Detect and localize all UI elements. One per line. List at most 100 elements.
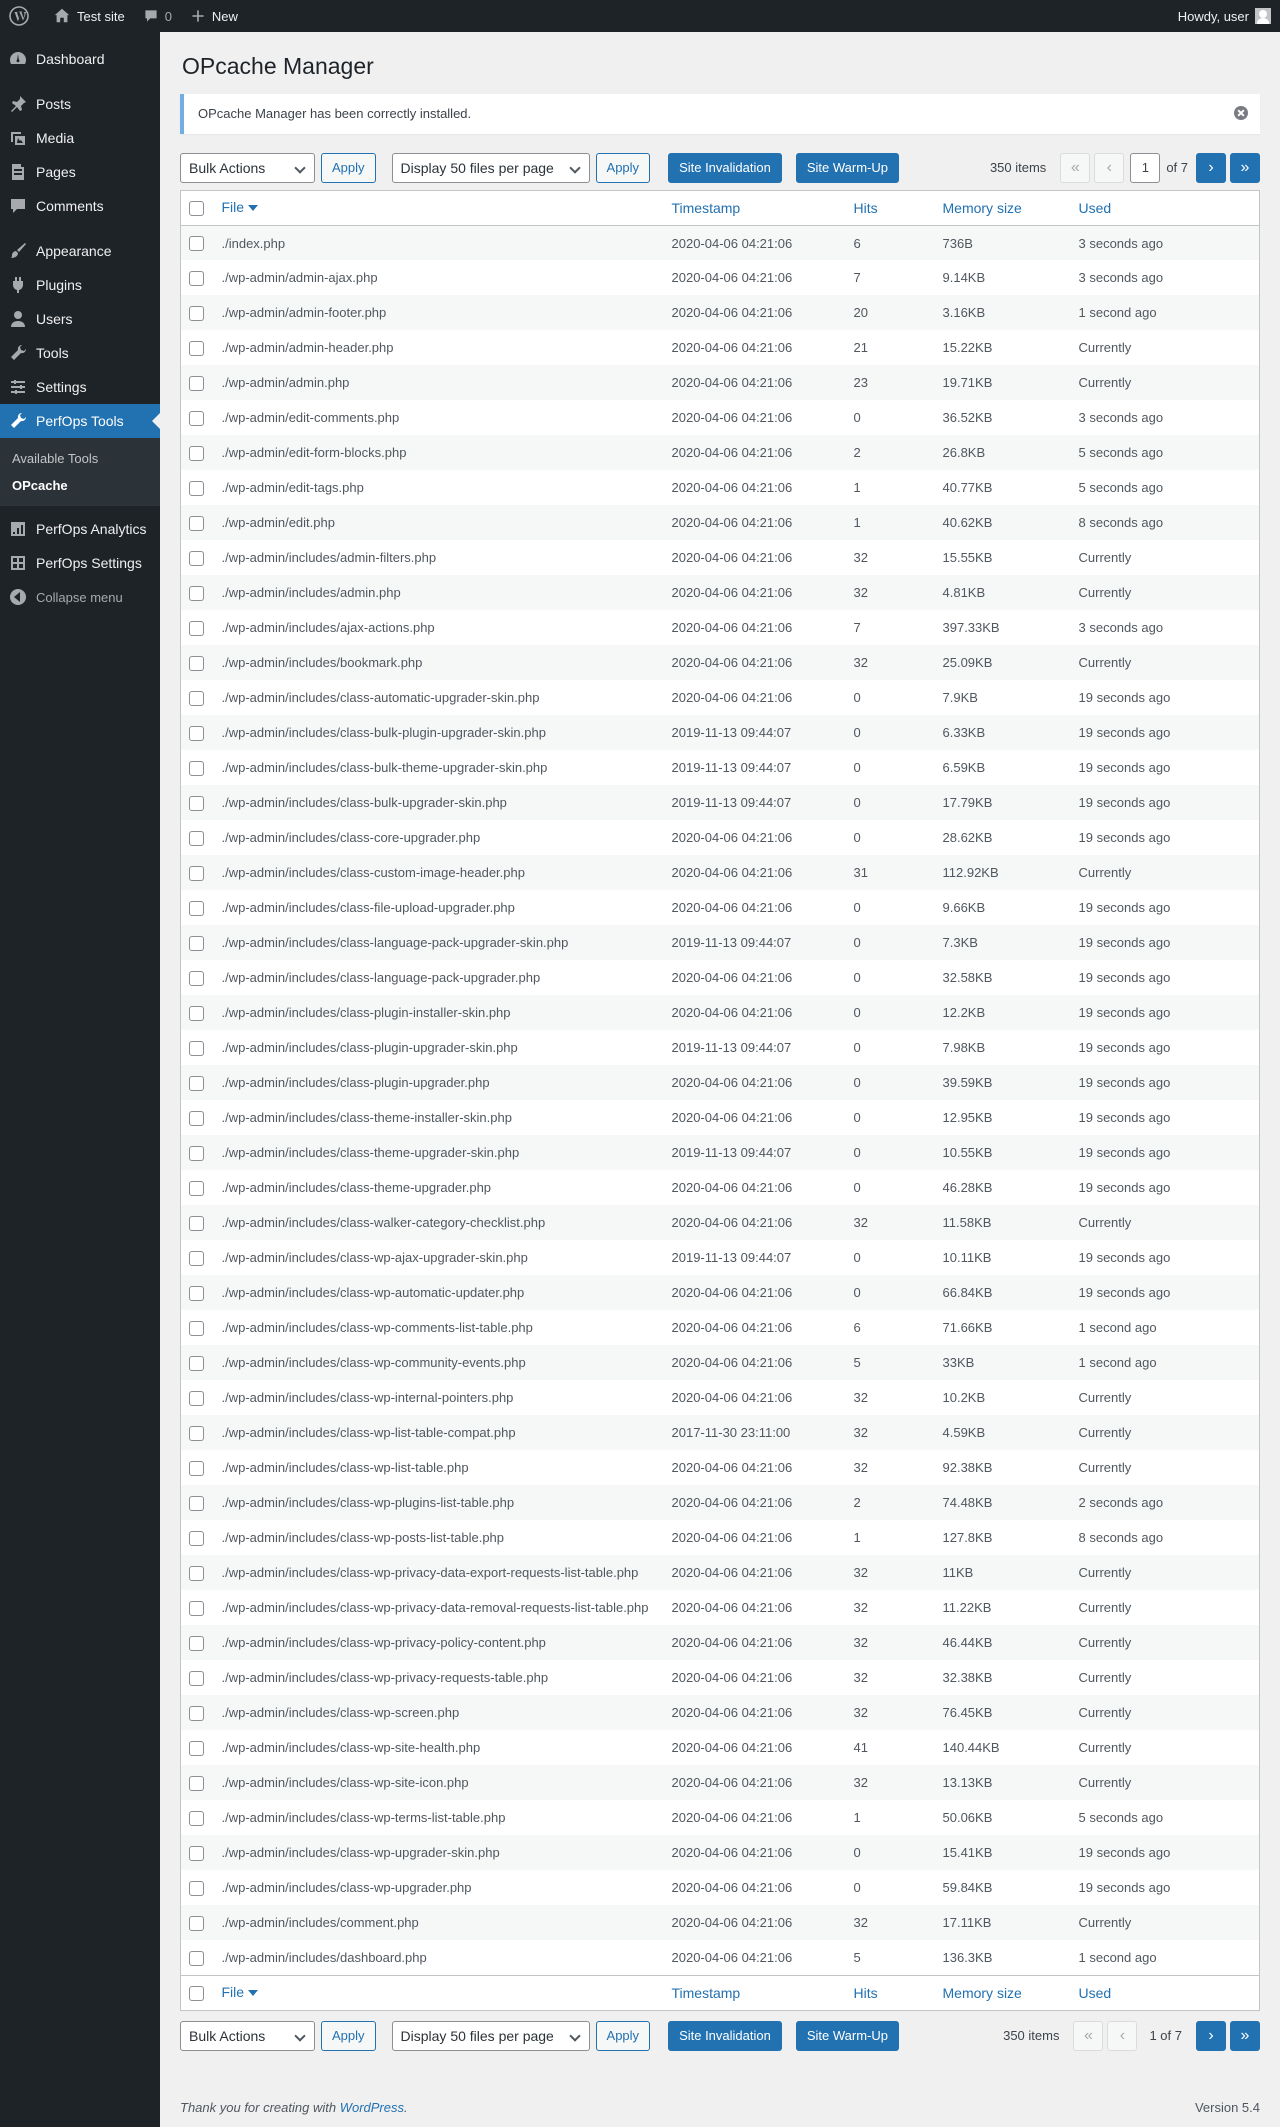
- my-account-menu[interactable]: Howdy, user: [1169, 0, 1280, 32]
- column-timestamp[interactable]: Timestamp: [663, 1974, 846, 2011]
- row-checkbox[interactable]: [189, 1950, 204, 1966]
- row-checkbox[interactable]: [189, 515, 204, 531]
- row-checkbox[interactable]: [189, 795, 204, 811]
- row-checkbox[interactable]: [189, 1915, 204, 1931]
- row-checkbox[interactable]: [189, 1180, 204, 1196]
- column-used[interactable]: Used: [1070, 1974, 1260, 2011]
- row-checkbox[interactable]: [189, 1425, 204, 1441]
- last-page-button[interactable]: »: [1230, 152, 1260, 183]
- row-checkbox[interactable]: [189, 480, 204, 496]
- column-file[interactable]: File: [213, 1974, 664, 2011]
- next-page-button[interactable]: ›: [1196, 2020, 1226, 2051]
- column-memory-size[interactable]: Memory size: [934, 1974, 1071, 2011]
- sidebar-item-plugins[interactable]: Plugins: [0, 268, 160, 302]
- row-checkbox[interactable]: [189, 655, 204, 671]
- row-checkbox[interactable]: [189, 1250, 204, 1266]
- apply-per-page-button[interactable]: Apply: [595, 2020, 651, 2051]
- row-checkbox[interactable]: [189, 1740, 204, 1756]
- row-checkbox[interactable]: [189, 1845, 204, 1861]
- row-checkbox[interactable]: [189, 1005, 204, 1021]
- collapse-menu-button[interactable]: Collapse menu: [0, 580, 160, 614]
- select-all-checkbox[interactable]: [189, 201, 204, 217]
- apply-per-page-button[interactable]: Apply: [595, 152, 651, 183]
- comments-menu[interactable]: 0: [134, 0, 181, 32]
- sidebar-item-dashboard[interactable]: Dashboard: [0, 42, 160, 76]
- submenu-item-available-tools[interactable]: Available Tools: [0, 445, 160, 472]
- row-checkbox[interactable]: [189, 1215, 204, 1231]
- wp-logo-menu[interactable]: [0, 0, 44, 32]
- site-warmup-button[interactable]: Site Warm-Up: [795, 2020, 899, 2051]
- row-checkbox[interactable]: [189, 1320, 204, 1336]
- row-checkbox[interactable]: [189, 340, 204, 356]
- apply-bulk-button[interactable]: Apply: [321, 152, 376, 183]
- column-timestamp[interactable]: Timestamp: [663, 190, 846, 226]
- row-checkbox[interactable]: [189, 410, 204, 426]
- row-checkbox[interactable]: [189, 375, 204, 391]
- row-checkbox[interactable]: [189, 1635, 204, 1651]
- row-checkbox[interactable]: [189, 305, 204, 321]
- next-page-button[interactable]: ›: [1196, 152, 1226, 183]
- row-checkbox[interactable]: [189, 970, 204, 986]
- per-page-select[interactable]: Display 50 files per page: [391, 152, 590, 183]
- sidebar-item-media[interactable]: Media: [0, 121, 160, 155]
- row-checkbox[interactable]: [189, 620, 204, 636]
- bulk-actions-select[interactable]: Bulk Actions: [180, 152, 315, 183]
- row-checkbox[interactable]: [189, 760, 204, 776]
- row-checkbox[interactable]: [189, 1880, 204, 1896]
- site-invalidation-button[interactable]: Site Invalidation: [668, 152, 782, 183]
- row-checkbox[interactable]: [189, 1285, 204, 1301]
- per-page-select[interactable]: Display 50 files per page: [391, 2020, 590, 2051]
- row-checkbox[interactable]: [189, 900, 204, 916]
- site-invalidation-button[interactable]: Site Invalidation: [668, 2020, 782, 2051]
- sidebar-item-tools[interactable]: Tools: [0, 336, 160, 370]
- row-checkbox[interactable]: [189, 270, 204, 286]
- row-checkbox[interactable]: [189, 1495, 204, 1511]
- row-checkbox[interactable]: [189, 1670, 204, 1686]
- row-checkbox[interactable]: [189, 550, 204, 566]
- select-all-checkbox[interactable]: [189, 1986, 204, 2002]
- row-checkbox[interactable]: [189, 1110, 204, 1126]
- row-checkbox[interactable]: [189, 1775, 204, 1791]
- column-memory-size[interactable]: Memory size: [934, 190, 1071, 226]
- row-checkbox[interactable]: [189, 445, 204, 461]
- row-checkbox[interactable]: [189, 1355, 204, 1371]
- new-content-menu[interactable]: New: [181, 0, 247, 32]
- row-checkbox[interactable]: [189, 865, 204, 881]
- site-name-menu[interactable]: Test site: [44, 0, 134, 32]
- sidebar-item-settings[interactable]: Settings: [0, 370, 160, 404]
- dismiss-icon[interactable]: [1234, 105, 1248, 120]
- row-checkbox[interactable]: [189, 830, 204, 846]
- row-checkbox[interactable]: [189, 1040, 204, 1056]
- sidebar-item-perfops-settings[interactable]: PerfOps Settings: [0, 546, 160, 580]
- row-checkbox[interactable]: [189, 690, 204, 706]
- sidebar-item-users[interactable]: Users: [0, 302, 160, 336]
- current-page-input[interactable]: 1: [1130, 152, 1161, 183]
- column-hits[interactable]: Hits: [845, 1974, 935, 2011]
- row-checkbox[interactable]: [189, 725, 204, 741]
- row-checkbox[interactable]: [189, 1530, 204, 1546]
- sidebar-item-perfops-analytics[interactable]: PerfOps Analytics: [0, 512, 160, 546]
- row-checkbox[interactable]: [189, 585, 204, 601]
- column-hits[interactable]: Hits: [845, 190, 935, 226]
- submenu-item-opcache[interactable]: OPcache: [0, 472, 160, 499]
- bulk-actions-select[interactable]: Bulk Actions: [180, 2020, 315, 2051]
- row-checkbox[interactable]: [189, 1145, 204, 1161]
- site-warmup-button[interactable]: Site Warm-Up: [795, 152, 899, 183]
- sidebar-item-comments[interactable]: Comments: [0, 189, 160, 223]
- row-checkbox[interactable]: [189, 1705, 204, 1721]
- row-checkbox[interactable]: [189, 1600, 204, 1616]
- apply-bulk-button[interactable]: Apply: [321, 2020, 376, 2051]
- row-checkbox[interactable]: [189, 935, 204, 951]
- row-checkbox[interactable]: [189, 236, 204, 252]
- wordpress-link[interactable]: WordPress: [340, 2100, 404, 2115]
- sidebar-item-appearance[interactable]: Appearance: [0, 234, 160, 268]
- sidebar-item-posts[interactable]: Posts: [0, 87, 160, 121]
- row-checkbox[interactable]: [189, 1810, 204, 1826]
- row-checkbox[interactable]: [189, 1565, 204, 1581]
- column-file[interactable]: File: [213, 190, 664, 226]
- row-checkbox[interactable]: [189, 1390, 204, 1406]
- row-checkbox[interactable]: [189, 1460, 204, 1476]
- sidebar-item-pages[interactable]: Pages: [0, 155, 160, 189]
- sidebar-item-perfops-tools[interactable]: PerfOps Tools: [0, 404, 160, 438]
- row-checkbox[interactable]: [189, 1075, 204, 1091]
